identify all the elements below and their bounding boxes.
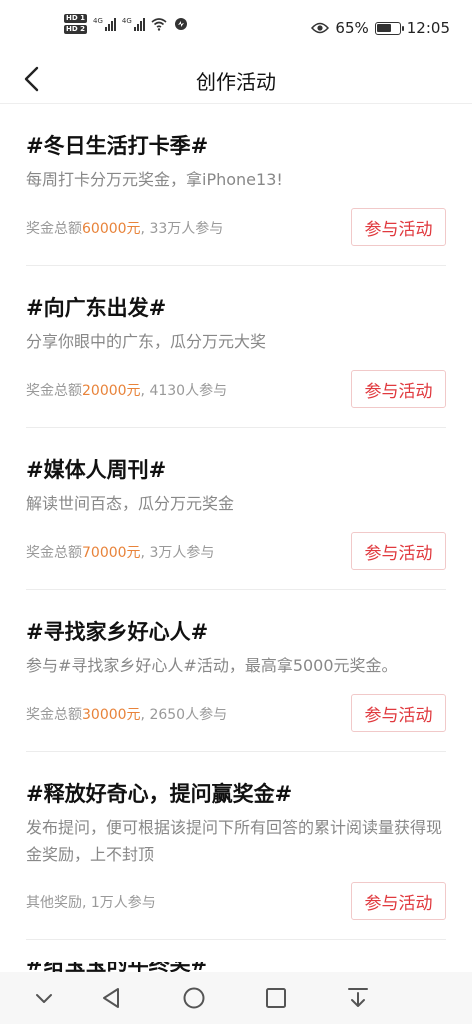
activity-title: #寻找家乡好心人# xyxy=(26,620,209,644)
status-left: HD 1 HD 2 4G 4G xyxy=(64,14,189,34)
activity-meta: 奖金总额60000元, 33万人参与 xyxy=(26,218,223,238)
signal2-label: 4G xyxy=(121,17,132,25)
battery-percent: 65% xyxy=(335,19,369,37)
join-activity-button[interactable]: 参与活动 xyxy=(351,370,446,408)
signal2-icon: 4G xyxy=(122,17,145,31)
sim1-hd-badge: HD 1 xyxy=(64,14,87,23)
prize-label: 奖金总额 xyxy=(26,221,82,237)
hd-badges: HD 1 HD 2 xyxy=(64,14,87,34)
participant-count: , 33万人参与 xyxy=(140,221,224,237)
home-circle-icon[interactable] xyxy=(180,984,208,1012)
join-activity-button[interactable]: 参与活动 xyxy=(351,882,446,920)
activity-title: #释放好奇心，提问赢奖金# xyxy=(26,782,293,806)
activity-description: 解读世间百态，瓜分万元奖金 xyxy=(26,494,235,513)
activity-card[interactable]: #媒体人周刊# 解读世间百态，瓜分万元奖金 奖金总额70000元, 3万人参与 … xyxy=(26,428,446,590)
activity-description: 每周打卡分万元奖金，拿iPhone13! xyxy=(26,170,283,189)
join-activity-button[interactable]: 参与活动 xyxy=(351,694,446,732)
activity-title: #向广东出发# xyxy=(26,296,167,320)
battery-level xyxy=(377,24,391,32)
activity-card[interactable]: #冬日生活打卡季# 每周打卡分万元奖金，拿iPhone13! 奖金总额60000… xyxy=(26,104,446,266)
wifi-icon xyxy=(151,18,167,31)
activity-description: 分享你眼中的广东，瓜分万元大奖 xyxy=(26,332,267,351)
eye-icon xyxy=(311,22,330,34)
recents-square-icon[interactable] xyxy=(262,984,290,1012)
prize-label: 奖金总额 xyxy=(26,545,82,561)
page-title: 创作活动 xyxy=(196,70,276,94)
activity-meta: 奖金总额20000元, 4130人参与 xyxy=(26,380,227,400)
activity-card[interactable]: #释放好奇心，提问赢奖金# 发布提问，便可根据该提问下所有回答的累计阅读量获得现… xyxy=(26,752,446,940)
chevron-down-icon[interactable] xyxy=(30,984,58,1012)
app-header: 创作活动 xyxy=(0,56,472,104)
prize-amount: 30000元 xyxy=(82,707,141,723)
prize-label: 其他奖励, 1万人参与 xyxy=(26,895,156,911)
participant-count: , 4130人参与 xyxy=(140,383,228,399)
battery-icon xyxy=(374,21,404,35)
participant-count: , 3万人参与 xyxy=(140,545,215,561)
join-activity-button[interactable]: 参与活动 xyxy=(351,208,446,246)
activity-meta: 奖金总额30000元, 2650人参与 xyxy=(26,704,227,724)
join-activity-button[interactable]: 参与活动 xyxy=(351,532,446,570)
status-right: 65% 12:05 xyxy=(311,19,450,37)
data-saver-icon xyxy=(174,18,187,30)
clock: 12:05 xyxy=(406,19,450,37)
activity-description: 发布提问，便可根据该提问下所有回答的累计阅读量获得现金奖励，上不封顶 xyxy=(26,818,443,864)
back-triangle-icon[interactable] xyxy=(98,984,126,1012)
activity-meta: 其他奖励, 1万人参与 xyxy=(26,892,156,912)
signal1-icon: 4G xyxy=(93,17,116,31)
activity-title: #冬日生活打卡季# xyxy=(26,134,209,158)
participant-count: , 2650人参与 xyxy=(140,707,228,723)
prize-amount: 70000元 xyxy=(82,545,141,561)
download-icon[interactable] xyxy=(344,984,372,1012)
prize-amount: 60000元 xyxy=(82,221,141,237)
status-bar: HD 1 HD 2 4G 4G 65% 12:05 xyxy=(0,0,472,56)
activity-title: #媒体人周刊# xyxy=(26,458,167,482)
activity-card[interactable]: #向广东出发# 分享你眼中的广东，瓜分万元大奖 奖金总额20000元, 4130… xyxy=(26,266,446,428)
sim2-hd-badge: HD 2 xyxy=(64,25,87,34)
prize-amount: 20000元 xyxy=(82,383,141,399)
signal1-label: 4G xyxy=(92,17,103,25)
activity-description: 参与#寻找家乡好心人#活动，最高拿5000元奖金。 xyxy=(26,656,398,675)
activity-meta: 奖金总额70000元, 3万人参与 xyxy=(26,542,214,562)
activity-list: #冬日生活打卡季# 每周打卡分万元奖金，拿iPhone13! 奖金总额60000… xyxy=(0,104,472,940)
prize-label: 奖金总额 xyxy=(26,707,82,723)
prize-label: 奖金总额 xyxy=(26,383,82,399)
activity-card[interactable]: #寻找家乡好心人# 参与#寻找家乡好心人#活动，最高拿5000元奖金。 奖金总额… xyxy=(26,590,446,752)
system-nav-bar xyxy=(0,972,472,1024)
